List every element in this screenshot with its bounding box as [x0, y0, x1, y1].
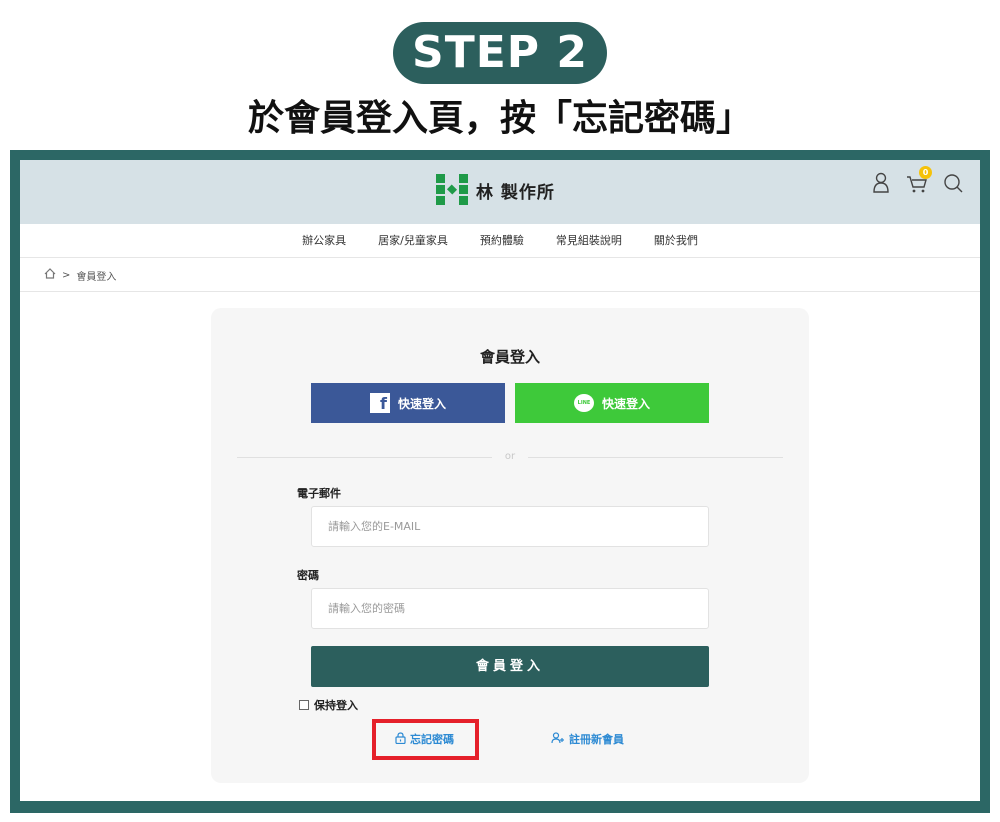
email-label: 電子郵件	[297, 487, 341, 500]
facebook-login-button[interactable]: f 快速登入	[311, 383, 505, 423]
remember-me[interactable]: 保持登入	[299, 697, 358, 713]
nav-item-assembly-guide[interactable]: 常見組裝說明	[540, 224, 638, 257]
line-login-label: 快速登入	[601, 396, 650, 411]
main-nav: 辦公家具 居家/兒童家具 預約體驗 常見組裝說明 關於我們	[20, 224, 980, 258]
cart-icon[interactable]: 0	[904, 166, 932, 196]
instruction-text: 於會員登入頁，按「忘記密碼」	[247, 98, 752, 139]
site-header: 林 製作所 0	[20, 160, 980, 224]
login-submit-button[interactable]: 會員登入	[311, 646, 709, 687]
breadcrumb-separator: >	[62, 269, 71, 281]
line-icon: LINE	[573, 394, 594, 412]
nav-item-office-furniture[interactable]: 辦公家具	[286, 224, 362, 257]
forgot-password-highlight-box	[372, 719, 479, 760]
login-card: 會員登入 f 快速登入 LINE 快速登入 or 電子郵件 密碼 會員登入	[211, 308, 809, 783]
screenshot-frame: 林 製作所 0 辦公家具 居家/兒童家具 預約體驗 常見組裝說明 關於我們 > …	[10, 150, 990, 813]
facebook-login-label: 快速登入	[397, 396, 446, 411]
register-label: 註冊新會員	[569, 733, 624, 746]
facebook-icon: f	[369, 393, 390, 413]
home-icon[interactable]	[44, 268, 56, 282]
remember-label: 保持登入	[314, 699, 358, 712]
remember-checkbox[interactable]	[299, 700, 309, 710]
password-field[interactable]	[311, 588, 709, 629]
logo-mark-icon	[436, 174, 468, 206]
breadcrumb: > 會員登入	[44, 258, 116, 292]
add-user-icon	[551, 731, 565, 747]
email-field[interactable]	[311, 506, 709, 547]
register-link[interactable]: 註冊新會員	[551, 731, 624, 747]
line-login-button[interactable]: LINE 快速登入	[515, 383, 709, 423]
brand-name: 林 製作所	[476, 182, 555, 203]
site-logo[interactable]: 林 製作所	[436, 173, 555, 207]
nav-item-book-experience[interactable]: 預約體驗	[464, 224, 540, 257]
nav-item-home-kids-furniture[interactable]: 居家/兒童家具	[362, 224, 464, 257]
or-divider: or	[237, 450, 783, 464]
login-title: 會員登入	[479, 348, 540, 366]
site-screen: 林 製作所 0 辦公家具 居家/兒童家具 預約體驗 常見組裝說明 關於我們 > …	[20, 160, 980, 801]
nav-item-about-us[interactable]: 關於我們	[638, 224, 714, 257]
breadcrumb-divider	[20, 291, 980, 292]
user-icon[interactable]	[868, 170, 894, 196]
password-label: 密碼	[297, 569, 319, 582]
step-badge: STEP 2	[393, 22, 607, 84]
search-icon[interactable]	[940, 170, 966, 196]
header-icons: 0	[868, 166, 966, 196]
cart-count-badge: 0	[919, 166, 932, 179]
breadcrumb-current: 會員登入	[76, 271, 117, 283]
